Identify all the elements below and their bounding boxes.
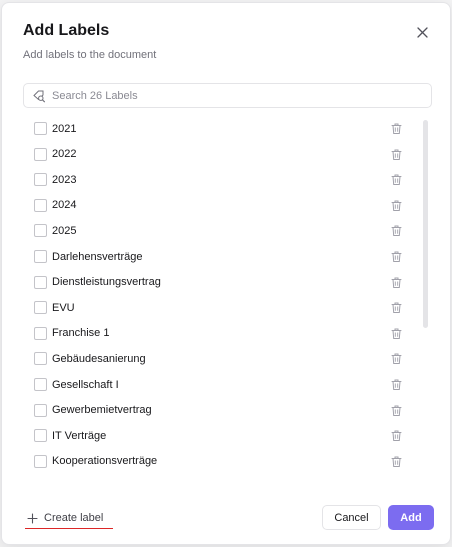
trash-icon[interactable] — [390, 429, 403, 442]
label-checkbox[interactable] — [34, 224, 47, 238]
trash-icon[interactable] — [390, 404, 403, 417]
trash-icon[interactable] — [390, 122, 403, 135]
label-checkbox[interactable] — [34, 454, 47, 468]
trash-icon[interactable] — [390, 199, 403, 212]
label-checkbox[interactable] — [34, 250, 47, 263]
label-row[interactable]: 2024 — [23, 193, 413, 218]
add-labels-dialog: Add Labels Add labels to the document 20… — [1, 2, 451, 545]
label-name: Gesellschaft I — [52, 378, 119, 391]
trash-icon[interactable] — [390, 276, 403, 289]
label-row[interactable]: Darlehensverträge — [23, 244, 413, 269]
label-checkbox[interactable] — [34, 198, 47, 212]
label-row[interactable]: Franchise 1 — [23, 321, 413, 346]
trash-icon[interactable] — [390, 352, 403, 365]
trash-icon[interactable] — [390, 378, 403, 391]
label-checkbox[interactable] — [34, 122, 47, 135]
label-checkbox[interactable] — [34, 301, 47, 315]
label-row[interactable]: EVU — [23, 295, 413, 320]
label-row[interactable]: IT Verträge — [23, 423, 413, 448]
label-list: 2021 2022 2023 2024 2025 Darlehensverträge Die… — [23, 116, 432, 476]
plus-icon — [27, 512, 38, 524]
trash-icon[interactable] — [390, 173, 403, 186]
label-name: Kooperationsverträge — [52, 455, 158, 468]
trash-icon[interactable] — [390, 327, 403, 340]
trash-icon[interactable] — [390, 224, 403, 237]
label-checkbox[interactable] — [34, 173, 47, 187]
label-row[interactable]: Gesellschaft I — [23, 372, 413, 397]
label-checkbox[interactable] — [34, 378, 47, 391]
trash-icon[interactable] — [390, 301, 403, 314]
close-button[interactable] — [413, 23, 431, 41]
label-name: 2023 — [52, 173, 77, 186]
close-icon — [416, 26, 428, 38]
label-name: 2025 — [52, 224, 77, 237]
cancel-button[interactable]: Cancel — [322, 505, 381, 530]
trash-icon[interactable] — [390, 455, 403, 468]
label-checkbox[interactable] — [34, 326, 47, 340]
label-name: 2021 — [52, 122, 77, 135]
create-label-text: Create label — [44, 512, 104, 524]
label-row[interactable]: Kooperationsverträge — [23, 449, 413, 474]
label-checkbox[interactable] — [34, 403, 47, 417]
label-name: Dienstleistungsvertrag — [52, 276, 161, 289]
label-row[interactable]: 2022 — [23, 142, 413, 167]
label-row[interactable]: 2023 — [23, 167, 413, 192]
label-row[interactable]: Gebäudesanierung — [23, 346, 413, 371]
label-checkbox[interactable] — [34, 275, 47, 289]
label-checkbox[interactable] — [34, 147, 47, 161]
dialog-subtitle: Add labels to the document — [23, 49, 157, 61]
label-name: Gebäudesanierung — [52, 352, 146, 365]
search-box[interactable] — [23, 83, 432, 108]
label-name: EVU — [52, 301, 75, 314]
label-checkbox[interactable] — [34, 429, 47, 443]
label-row[interactable]: 2021 — [23, 116, 413, 141]
label-name: Gewerbemietvertrag — [52, 404, 152, 417]
label-row[interactable]: 2025 — [23, 218, 413, 243]
label-checkbox[interactable] — [34, 352, 47, 366]
label-row[interactable]: Dienstleistungsvertrag — [23, 270, 413, 295]
trash-icon[interactable] — [390, 148, 403, 161]
label-name: 2022 — [52, 148, 77, 161]
list-scrollbar[interactable] — [423, 120, 428, 328]
label-row[interactable]: Gewerbemietvertrag — [23, 398, 413, 423]
label-name: Franchise 1 — [52, 327, 110, 340]
label-name: 2024 — [52, 199, 77, 212]
label-name: Darlehensverträge — [52, 250, 143, 263]
trash-icon[interactable] — [390, 250, 403, 263]
search-input[interactable] — [50, 88, 414, 103]
label-name: IT Verträge — [52, 429, 107, 442]
add-button[interactable]: Add — [388, 505, 434, 530]
create-label-button[interactable]: Create label — [25, 508, 114, 529]
tag-search-icon — [32, 89, 46, 103]
dialog-title: Add Labels — [23, 22, 110, 39]
